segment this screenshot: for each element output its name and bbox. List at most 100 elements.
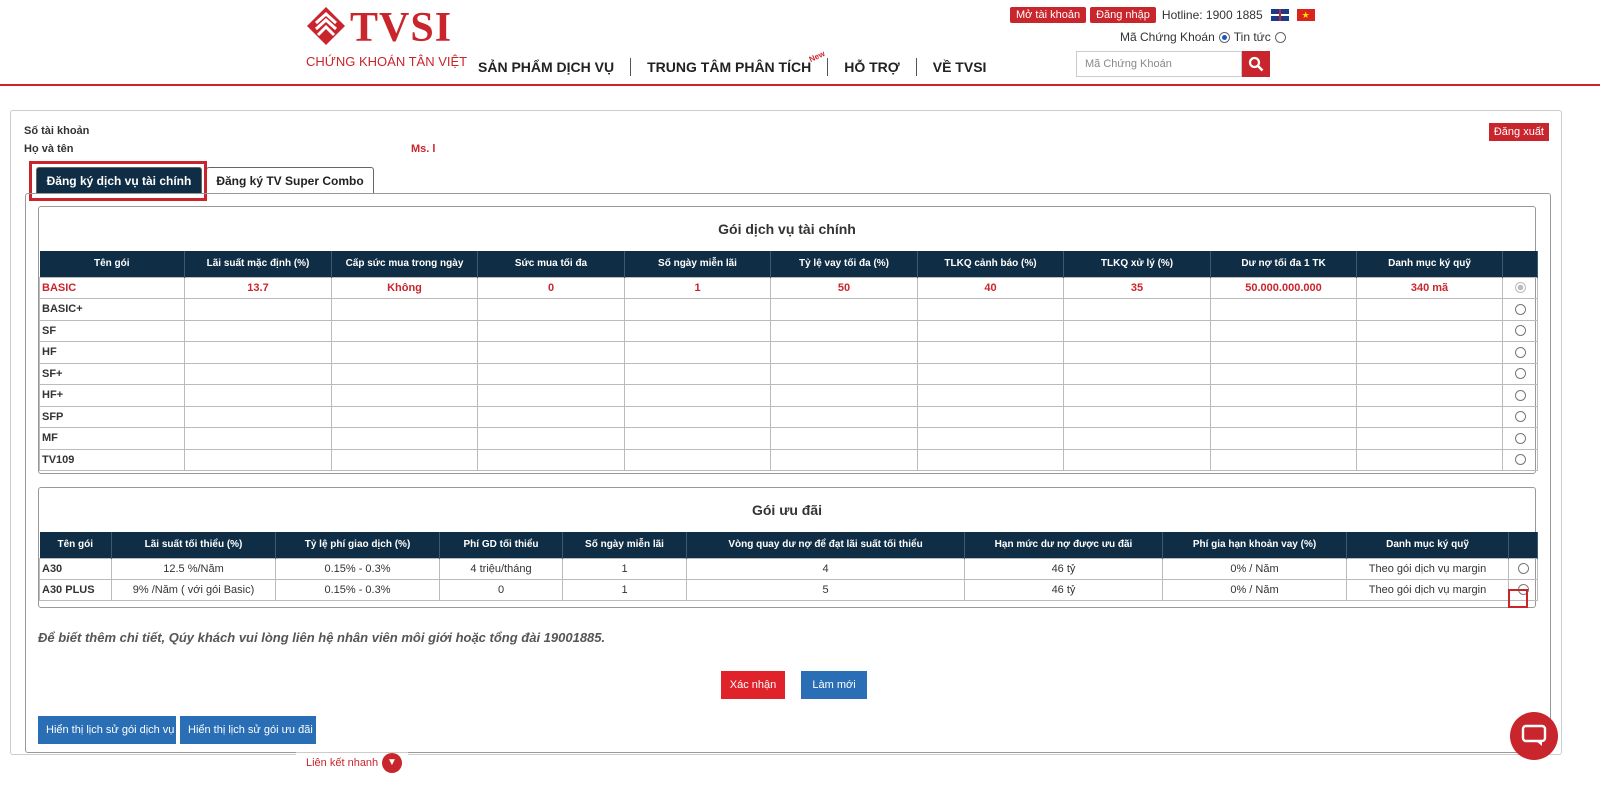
table-row[interactable]: HF (39, 341, 1538, 364)
search-mode-stock-radio[interactable] (1218, 31, 1230, 43)
package-select-radio[interactable] (1514, 368, 1526, 380)
table-cell: 9% /Năm ( với gói Basic) (111, 578, 276, 601)
table-cell: Theo gói dịch vụ margin (1346, 578, 1509, 601)
table-cell: 0.15% - 0.3% (275, 578, 440, 601)
table-cell (477, 362, 625, 385)
table-cell: 5 (686, 578, 965, 601)
col-header: Danh mục ký quỹ (1356, 251, 1503, 277)
login-button[interactable]: Đăng nhập (1090, 7, 1156, 23)
package-select-radio[interactable] (1514, 282, 1526, 294)
service-history-button[interactable]: Hiển thị lịch sử gói dịch vụ (38, 716, 176, 744)
package-select-radio[interactable] (1514, 303, 1526, 315)
col-header: Tỷ lệ vay tối đa (%) (770, 251, 918, 277)
uk-flag-icon[interactable] (1270, 9, 1289, 21)
package-name: HF+ (39, 384, 185, 407)
table-cell (184, 405, 332, 428)
open-account-button[interactable]: Mở tài khoản (1010, 7, 1087, 23)
brand-text: TVSI (350, 5, 453, 51)
table-cell (1063, 319, 1211, 342)
financial-packages-title: Gói dịch vụ tài chính (718, 221, 856, 237)
package-select-radio[interactable] (1514, 389, 1526, 401)
package-select-radio[interactable] (1514, 325, 1526, 337)
package-select-radio[interactable] (1514, 346, 1526, 358)
table-cell (1210, 448, 1357, 471)
search-mode-news-radio[interactable] (1274, 31, 1286, 43)
table-cell (1210, 319, 1357, 342)
search-button[interactable] (1242, 51, 1270, 77)
col-header: Phí GD tối thiểu (439, 532, 563, 558)
package-name: SF (39, 319, 185, 342)
package-select-radio[interactable] (1517, 563, 1529, 575)
table-cell (477, 341, 625, 364)
table-cell: Theo gói dịch vụ margin (1346, 557, 1509, 580)
package-name: TV109 (39, 448, 185, 471)
confirm-button[interactable]: Xác nhận (721, 671, 785, 699)
table-cell (770, 362, 918, 385)
table-cell: 1 (624, 276, 771, 299)
table-row[interactable]: TV109 (39, 448, 1538, 471)
promo-history-button[interactable]: Hiển thị lịch sử gói ưu đãi (180, 716, 316, 744)
table-row[interactable]: SF+ (39, 362, 1538, 385)
search-mode-selector: Mã Chứng Khoán Tin tức (1120, 30, 1286, 44)
table-row[interactable]: SFP (39, 405, 1538, 428)
col-header: Lãi suất tối thiểu (%) (111, 532, 276, 558)
table-cell (1356, 298, 1503, 321)
table-cell (1356, 319, 1503, 342)
table-cell (770, 384, 918, 407)
main-panel: Số tài khoản Họ và tên Ms. l Đăng xuất Đ… (10, 110, 1562, 755)
package-name: HF (39, 341, 185, 364)
table-cell (331, 319, 478, 342)
financial-packages-section: Gói dịch vụ tài chính Tên gói Lãi suất m… (38, 206, 1538, 474)
table-cell (331, 298, 478, 321)
table-cell (917, 448, 1064, 471)
tvsi-logo[interactable]: TVSI CHỨNG KHOÁN TÂN VIỆT (306, 6, 476, 72)
nav-analysis-center[interactable]: TRUNG TÂM PHÂN TÍCH New (631, 49, 829, 76)
a30-plus-radio-highlight (1508, 589, 1528, 608)
full-name-label: Họ và tên (24, 143, 74, 155)
tvsi-logo-mark-icon (307, 7, 345, 45)
table-row[interactable]: SF (39, 319, 1538, 342)
nav-support[interactable]: HỖ TRỢ (828, 58, 917, 76)
table-cell (770, 448, 918, 471)
package-name: SFP (39, 405, 185, 428)
contact-note: Để biết thêm chi tiết, Qúy khách vui lòn… (38, 630, 606, 645)
table-row[interactable]: HF+ (39, 384, 1538, 407)
table-cell: 340 mã (1356, 276, 1503, 299)
vn-flag-icon[interactable]: ★ (1296, 9, 1315, 21)
package-select-radio[interactable] (1514, 411, 1526, 423)
financial-table-header: Tên gói Lãi suất mặc định (%) Cấp sức mu… (39, 251, 1538, 277)
stock-search-input[interactable]: Mã Chứng Khoán (1076, 51, 1242, 77)
table-cell (1210, 298, 1357, 321)
col-header: Hạn mức dư nợ được ưu đãi (964, 532, 1163, 558)
reset-button[interactable]: Làm mới (801, 671, 867, 699)
table-cell (917, 427, 1064, 450)
promo-table-body: A30 12.5 %/Năm 0.15% - 0.3% 4 triệu/tháng 1 4… (39, 557, 1538, 601)
chat-bubble-icon (1521, 724, 1547, 746)
logout-button[interactable]: Đăng xuất (1488, 123, 1549, 141)
nav-products[interactable]: SẢN PHẨM DỊCH VỤ (478, 58, 632, 76)
col-header: Dư nợ tối đa 1 TK (1210, 251, 1357, 277)
table-cell: 4 (686, 557, 965, 580)
package-name: BASIC (39, 276, 185, 299)
table-cell (477, 384, 625, 407)
table-cell (624, 341, 771, 364)
quick-links-toggle[interactable]: Liên kết nhanh ▼ (296, 752, 408, 786)
table-row[interactable]: BASIC 13.7 Không 0 1 50 40 35 50.000.000.000 340 … (39, 276, 1538, 299)
brand-subtitle: CHỨNG KHOÁN TÂN VIỆT (306, 54, 468, 69)
table-cell (331, 427, 478, 450)
table-row[interactable]: A30 12.5 %/Năm 0.15% - 0.3% 4 triệu/tháng 1 4… (39, 557, 1538, 580)
table-cell (184, 341, 332, 364)
table-cell: 46 tỷ (964, 578, 1163, 601)
package-select-radio[interactable] (1514, 454, 1526, 466)
table-cell (624, 319, 771, 342)
table-row[interactable]: MF (39, 427, 1538, 450)
chat-button[interactable] (1510, 712, 1558, 760)
table-cell: 13.7 (184, 276, 332, 299)
nav-about[interactable]: VỀ TVSI (917, 58, 1003, 76)
tab-super-combo[interactable]: Đăng ký TV Super Combo (206, 167, 374, 194)
table-row[interactable]: A30 PLUS 9% /Năm ( với gói Basic) 0.15% - … (39, 578, 1538, 601)
table-cell (184, 384, 332, 407)
package-select-radio[interactable] (1514, 432, 1526, 444)
col-header: Tên gói (39, 251, 185, 277)
table-row[interactable]: BASIC+ (39, 298, 1538, 321)
